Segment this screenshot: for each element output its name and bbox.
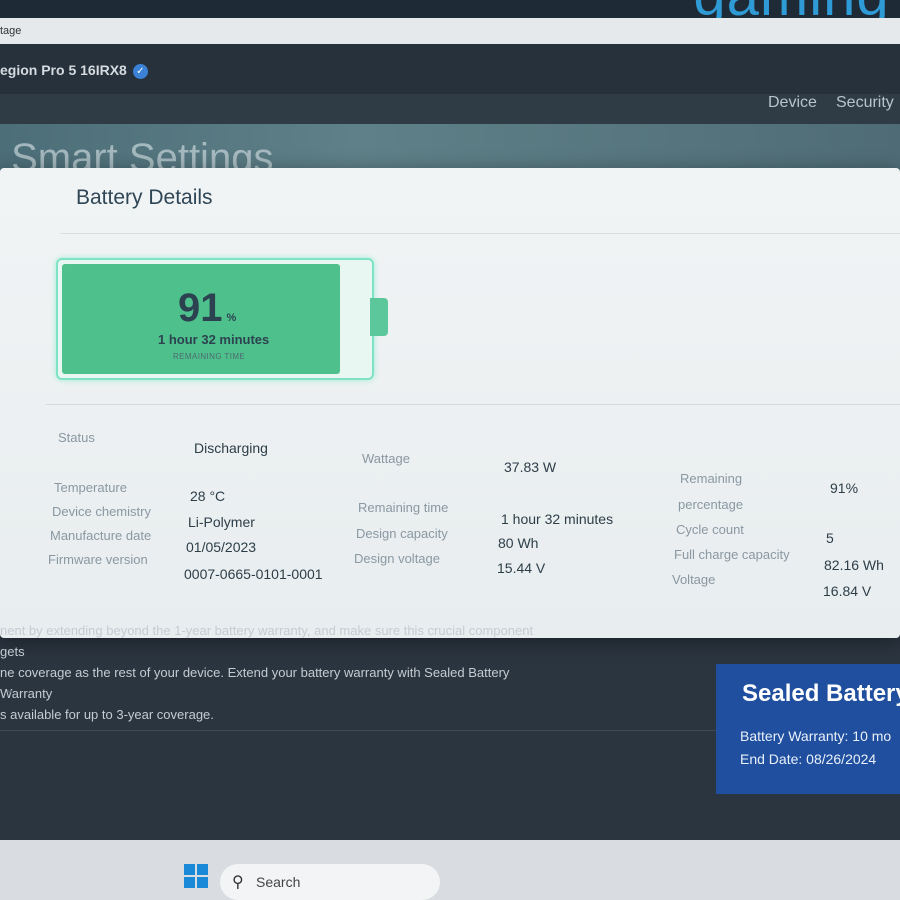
battery-details-dialog: Battery Details 91% 1 hour 32 minutes RE… xyxy=(0,168,900,638)
battery-percent-unit: % xyxy=(226,312,237,324)
design-capacity-label: Design capacity xyxy=(356,526,448,541)
remaining-time-label: Remaining time xyxy=(358,500,449,515)
top-nav: Device Security xyxy=(0,94,900,124)
temperature-value: 28 °C xyxy=(190,488,226,504)
chevron-down-icon[interactable]: ⌄ xyxy=(4,680,16,697)
design-capacity-value: 80 Wh xyxy=(498,535,539,551)
battery-gauge: 91% 1 hour 32 minutes REMAINING TIME xyxy=(56,258,374,380)
product-name: egion Pro 5 16IRX8 ✓ xyxy=(0,62,148,79)
sealed-battery-title: Sealed Battery xyxy=(742,680,900,707)
design-voltage-label: Design voltage xyxy=(354,551,440,566)
description-line-2: ne coverage as the rest of your device. … xyxy=(0,665,510,701)
status-label: Status xyxy=(58,430,95,445)
details-divider xyxy=(46,404,900,405)
app-header: egion Pro 5 16IRX8 ✓ xyxy=(0,44,900,94)
firmware-value: 0007-0665-0101-0001 xyxy=(184,566,323,582)
wattage-label: Wattage xyxy=(362,451,410,466)
window-titlebar: tage xyxy=(0,18,900,44)
windows-logo-icon[interactable] xyxy=(184,864,208,888)
voltage-label: Voltage xyxy=(672,572,716,587)
cycle-count-label: Cycle count xyxy=(676,522,744,537)
chemistry-value: Li-Polymer xyxy=(188,514,255,530)
cycle-count-value: 5 xyxy=(826,530,834,546)
remaining-percentage-value: 91% xyxy=(830,480,859,496)
wattage-value: 37.83 W xyxy=(504,459,557,475)
dialog-title: Battery Details xyxy=(76,186,213,209)
firmware-label: Firmware version xyxy=(48,552,148,567)
nav-item-device[interactable]: Device xyxy=(768,94,817,112)
sealed-battery-warranty: Battery Warranty: 10 mo xyxy=(740,728,892,744)
description-line-1: nent by extending beyond the 1-year batt… xyxy=(0,623,534,659)
remaining-time-value: 1 hour 32 minutes xyxy=(501,511,614,527)
product-name-text: egion Pro 5 16IRX8 xyxy=(0,62,127,78)
full-charge-label: Full charge capacity xyxy=(674,547,790,562)
description-line-3: s available for up to 3-year coverage. xyxy=(0,707,214,722)
section-divider xyxy=(0,730,716,731)
temperature-label: Temperature xyxy=(54,480,127,495)
sealed-battery-card[interactable]: Sealed Battery Battery Warranty: 10 mo E… xyxy=(716,664,900,794)
taskbar-search[interactable]: ⚲ Search xyxy=(220,864,440,900)
manufacture-label: Manufacture date xyxy=(50,528,152,543)
warranty-description: nent by extending beyond the 1-year batt… xyxy=(0,620,560,725)
dialog-divider xyxy=(60,233,900,234)
nav-item-security[interactable]: Security xyxy=(836,94,894,112)
taskbar: ⚲ Search xyxy=(0,840,900,900)
voltage-value: 16.84 V xyxy=(823,583,872,599)
window-title: tage xyxy=(0,25,22,37)
status-value: Discharging xyxy=(194,440,268,456)
manufacture-value: 01/05/2023 xyxy=(186,539,257,555)
battery-percent: 91% xyxy=(178,286,236,331)
chemistry-label: Device chemistry xyxy=(52,504,151,519)
remaining-percentage-label-2: percentage xyxy=(678,497,744,512)
sealed-battery-end-date: End Date: 08/26/2024 xyxy=(740,751,877,767)
checkmark-badge-icon: ✓ xyxy=(132,63,148,79)
remaining-percentage-label-1: Remaining xyxy=(680,471,743,486)
battery-terminal xyxy=(370,298,388,336)
battery-remaining-label: REMAINING TIME xyxy=(173,352,246,361)
battery-remaining-time: 1 hour 32 minutes xyxy=(158,332,270,347)
battery-percent-value: 91 xyxy=(178,286,223,330)
search-icon: ⚲ xyxy=(232,874,244,891)
design-voltage-value: 15.44 V xyxy=(497,560,546,576)
search-placeholder: Search xyxy=(256,874,301,890)
full-charge-value: 82.16 Wh xyxy=(824,557,884,573)
